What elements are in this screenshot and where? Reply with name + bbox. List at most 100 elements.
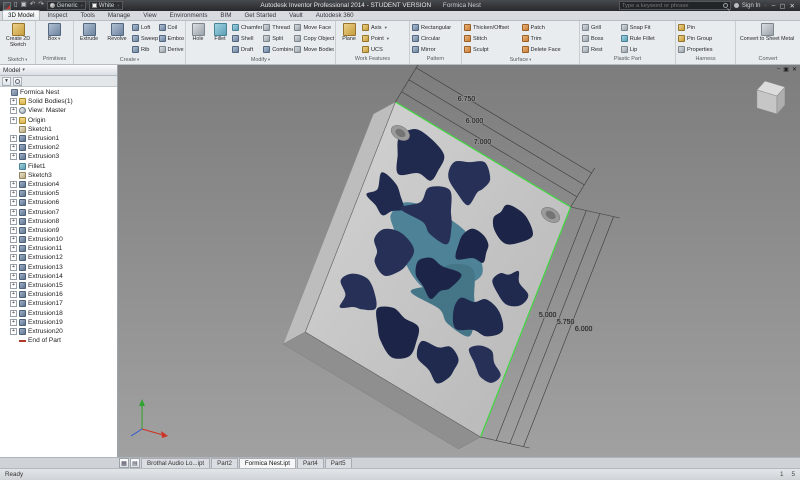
shell-button[interactable]: Shell xyxy=(231,33,262,44)
expand-icon[interactable]: + xyxy=(10,98,17,106)
sweep-button[interactable]: Sweep xyxy=(131,33,158,44)
dimension-label[interactable]: 6.000 xyxy=(465,117,484,126)
fillet-button[interactable]: Fillet xyxy=(209,22,231,55)
minimize-button[interactable]: – xyxy=(772,2,776,10)
expand-icon[interactable]: + xyxy=(10,263,17,271)
tree-item[interactable]: Sketch3 xyxy=(0,171,117,180)
convert-to-sheet-metal-button[interactable]: Convert to Sheet Metal xyxy=(737,22,797,55)
browser-header[interactable]: Model ▾ xyxy=(0,65,117,76)
work-features-panel-label[interactable]: Work Features xyxy=(336,55,409,64)
expand-icon[interactable]: + xyxy=(10,190,17,198)
expand-icon[interactable]: + xyxy=(10,236,17,244)
lip-button[interactable]: Lip xyxy=(620,44,674,55)
stitch-button[interactable]: Stitch xyxy=(463,33,521,44)
ribbon-tab[interactable]: Environments xyxy=(164,10,214,20)
tree-item[interactable]: + Extrusion13 xyxy=(0,263,117,272)
axis-button[interactable]: Axis ▾ xyxy=(361,22,408,33)
redo-icon[interactable]: ↷ xyxy=(38,2,43,9)
maximize-button[interactable]: ▢ xyxy=(779,2,785,10)
tree-item[interactable]: + Extrusion12 xyxy=(0,253,117,262)
expand-icon[interactable]: + xyxy=(10,254,17,262)
tree-item[interactable]: + Extrusion16 xyxy=(0,290,117,299)
primitives-panel-label[interactable]: Primitives xyxy=(36,55,73,64)
tree-item[interactable]: + Extrusion6 xyxy=(0,198,117,207)
tree-item[interactable]: + Extrusion17 xyxy=(0,299,117,308)
rectangular-pattern-button[interactable]: Rectangular xyxy=(411,22,460,33)
dimension-label[interactable]: 5.000 xyxy=(538,311,557,320)
pattern-panel-label[interactable]: Pattern xyxy=(410,55,461,64)
ribbon-tab[interactable]: Get Started xyxy=(238,10,282,20)
grill-button[interactable]: Grill xyxy=(581,22,620,33)
graphics-viewport[interactable]: ‒ ▣ ✕ 6.750 6.000 7.000 5.000 5.750 6.00… xyxy=(118,65,800,457)
close-button[interactable]: ✕ xyxy=(790,2,795,10)
help-search-box[interactable] xyxy=(618,1,731,10)
ribbon-tab[interactable]: Tools xyxy=(74,10,100,20)
box-button[interactable]: Box▾ xyxy=(37,22,71,55)
doc-close-icon[interactable]: ✕ xyxy=(792,66,797,73)
document-tab[interactable]: Brothal Audio Lo...ipt xyxy=(141,458,211,468)
dimension-label[interactable]: 5.750 xyxy=(556,318,575,327)
expand-icon[interactable]: + xyxy=(10,226,17,234)
expand-icon[interactable]: + xyxy=(10,291,17,299)
snap-fit-button[interactable]: Snap Fit xyxy=(620,22,674,33)
tree-item[interactable]: + Solid Bodies(1) xyxy=(0,97,117,106)
plane-button[interactable]: Plane xyxy=(337,22,361,55)
thread-button[interactable]: Thread xyxy=(262,22,293,33)
document-tab[interactable]: Part2 xyxy=(211,458,238,468)
tree-item[interactable]: Sketch1 xyxy=(0,125,117,134)
doc-minimize-icon[interactable]: ‒ xyxy=(777,66,780,73)
revolve-button[interactable]: Revolve xyxy=(103,22,131,55)
rest-button[interactable]: Rest xyxy=(581,44,620,55)
document-tab[interactable]: Part4 xyxy=(296,458,324,468)
point-button[interactable]: Point ▾ xyxy=(361,33,408,44)
dimension-label[interactable]: 7.000 xyxy=(473,138,492,147)
expand-icon[interactable] xyxy=(10,126,17,133)
tree-item[interactable]: + Extrusion7 xyxy=(0,207,117,216)
ribbon-tab[interactable]: Manage xyxy=(102,10,136,20)
tree-item[interactable]: End of Part xyxy=(0,336,117,345)
delete-face-button[interactable]: Delete Face xyxy=(521,44,579,55)
move-face-button[interactable]: Move Face xyxy=(293,22,334,33)
circular-pattern-button[interactable]: Circular xyxy=(411,33,460,44)
expand-icon[interactable] xyxy=(10,337,17,344)
thicken-offset-button[interactable]: Thicken/Offset xyxy=(463,22,521,33)
boss-button[interactable]: Boss xyxy=(581,33,620,44)
copy-object-button[interactable]: Copy Object xyxy=(293,33,334,44)
ribbon-tab[interactable]: Inspect xyxy=(41,10,73,20)
split-button[interactable]: Split xyxy=(262,33,293,44)
tree-item[interactable]: + View: Master xyxy=(0,106,117,115)
tree-item[interactable]: + Extrusion18 xyxy=(0,309,117,318)
ribbon-tab[interactable]: BIM xyxy=(214,10,237,20)
combine-button[interactable]: Combine xyxy=(262,44,293,55)
document-tab[interactable]: Part5 xyxy=(324,458,352,468)
tree-item[interactable]: + Extrusion1 xyxy=(0,134,117,143)
ribbon-tab[interactable]: Vault xyxy=(283,10,309,20)
document-tab[interactable]: Formica Nest.ipt xyxy=(238,458,296,468)
tree-item[interactable]: + Origin xyxy=(0,116,117,125)
appearance-dropdown[interactable]: White ▾ xyxy=(88,1,123,10)
rib-button[interactable]: Rib xyxy=(131,44,158,55)
expand-icon[interactable]: + xyxy=(10,208,17,216)
view-cube[interactable] xyxy=(756,80,786,115)
undo-icon[interactable]: ↶ xyxy=(30,2,35,9)
dimension-label[interactable]: 6.750 xyxy=(457,95,476,104)
mirror-button[interactable]: Mirror xyxy=(411,44,460,55)
expand-icon[interactable]: + xyxy=(10,309,17,317)
tree-item[interactable]: + Extrusion2 xyxy=(0,143,117,152)
tree-item[interactable]: + Extrusion9 xyxy=(0,226,117,235)
sign-in-button[interactable]: Sign In xyxy=(742,3,761,9)
doc-restore-icon[interactable]: ▣ xyxy=(783,66,789,73)
expand-icon[interactable]: + xyxy=(10,327,17,335)
expand-icon[interactable]: + xyxy=(10,300,17,308)
pin-group-button[interactable]: Pin Group xyxy=(677,33,734,44)
create-panel-label[interactable]: Create▾ xyxy=(74,55,185,64)
inventor-app-icon[interactable] xyxy=(3,1,11,10)
tree-item[interactable]: + Extrusion11 xyxy=(0,244,117,253)
chevron-down-icon[interactable]: ▾ xyxy=(765,3,767,9)
extrude-button[interactable]: Extrude xyxy=(75,22,103,55)
tree-item[interactable]: + Extrusion19 xyxy=(0,318,117,327)
rule-fillet-button[interactable]: Rule Fillet xyxy=(620,33,674,44)
save-icon[interactable]: ▣ xyxy=(21,2,27,9)
sketch-panel-label[interactable]: Sketch▾ xyxy=(0,55,35,64)
derive-button[interactable]: Derive xyxy=(158,44,185,55)
